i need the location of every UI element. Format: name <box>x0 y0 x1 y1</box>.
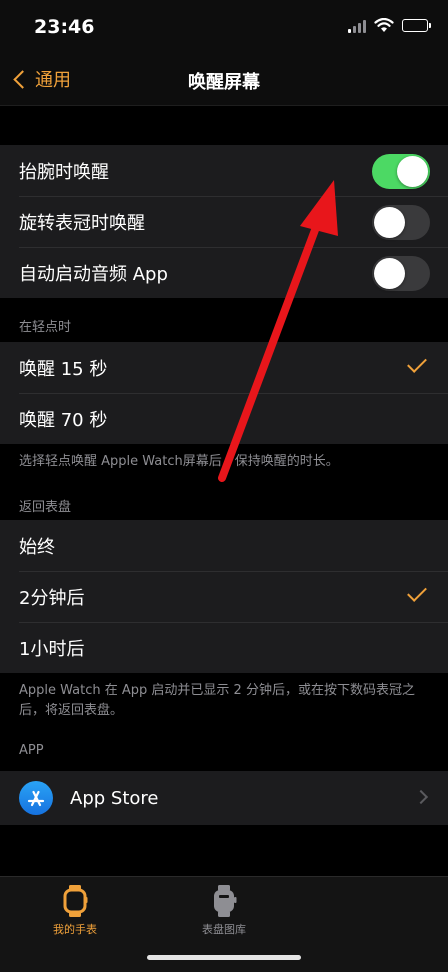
navigation-bar: 通用 唤醒屏幕 <box>0 56 448 106</box>
battery-icon <box>402 19 431 32</box>
wake-toggles-group: 抬腕时唤醒 旋转表冠时唤醒 自动启动音频 App <box>0 145 448 298</box>
app-list-group: App Store <box>0 771 448 825</box>
toggle-label: 旋转表冠时唤醒 <box>19 212 145 234</box>
toggle-row-crown[interactable]: 旋转表冠时唤醒 <box>0 196 448 247</box>
watch-face-gallery-icon <box>214 885 237 917</box>
home-indicator <box>147 955 301 960</box>
section-header-return: 返回表盘 <box>19 500 72 515</box>
section-header-app: APP <box>19 743 44 758</box>
raise-wrist-toggle[interactable] <box>372 154 430 189</box>
option-label: 唤醒 15 秒 <box>19 358 108 380</box>
toggle-row-audio-app[interactable]: 自动启动音频 App <box>0 247 448 298</box>
tab-label: 表盘图库 <box>202 923 246 936</box>
on-tap-options-group: 唤醒 15 秒 唤醒 70 秒 <box>0 342 448 444</box>
option-label: 始终 <box>19 536 55 558</box>
audio-app-toggle[interactable] <box>372 256 430 291</box>
toggle-knob <box>397 156 428 187</box>
option-label: 1小时后 <box>19 638 85 660</box>
tab-label: 我的手表 <box>53 923 97 936</box>
app-row-app-store[interactable]: App Store <box>0 771 448 825</box>
status-time: 23:46 <box>34 16 95 38</box>
toggle-row-raise-wrist[interactable]: 抬腕时唤醒 <box>0 145 448 196</box>
toggle-label: 自动启动音频 App <box>19 263 168 285</box>
cellular-signal-icon <box>348 19 366 33</box>
watch-icon <box>63 885 88 917</box>
section-header-on-tap: 在轻点时 <box>19 320 72 335</box>
option-label: 唤醒 70 秒 <box>19 409 108 431</box>
option-after-1-hour[interactable]: 1小时后 <box>0 622 448 673</box>
option-wake-15s[interactable]: 唤醒 15 秒 <box>0 342 448 393</box>
status-bar: 23:46 <box>0 0 448 56</box>
settings-content: 抬腕时唤醒 旋转表冠时唤醒 自动启动音频 App 在轻点时 唤醒 15 秒 唤醒… <box>0 107 448 825</box>
option-always[interactable]: 始终 <box>0 520 448 571</box>
app-label: App Store <box>70 787 159 809</box>
tab-my-watch[interactable]: 我的手表 <box>15 885 135 937</box>
option-label: 2分钟后 <box>19 587 85 609</box>
status-icons <box>348 18 431 33</box>
tab-face-gallery[interactable]: 表盘图库 <box>164 885 284 937</box>
crown-wake-toggle[interactable] <box>372 205 430 240</box>
return-options-group: 始终 2分钟后 1小时后 <box>0 520 448 673</box>
checkmark-icon <box>407 582 427 602</box>
app-store-icon <box>19 781 53 815</box>
toggle-knob <box>374 258 405 289</box>
section-footer-on-tap: 选择轻点唤醒 Apple Watch屏幕后，保持唤醒的时长。 <box>0 444 448 482</box>
page-title: 唤醒屏幕 <box>188 72 260 93</box>
chevron-right-icon <box>413 789 429 805</box>
wifi-icon <box>374 18 394 32</box>
section-spacer <box>0 107 448 145</box>
toggle-knob <box>374 207 405 238</box>
option-after-2-min[interactable]: 2分钟后 <box>0 571 448 622</box>
section-footer-return: Apple Watch 在 App 启动并已显示 2 分钟后，或在按下数码表冠之… <box>0 673 448 731</box>
toggle-label: 抬腕时唤醒 <box>19 161 109 183</box>
option-wake-70s[interactable]: 唤醒 70 秒 <box>0 393 448 444</box>
checkmark-icon <box>407 353 427 373</box>
